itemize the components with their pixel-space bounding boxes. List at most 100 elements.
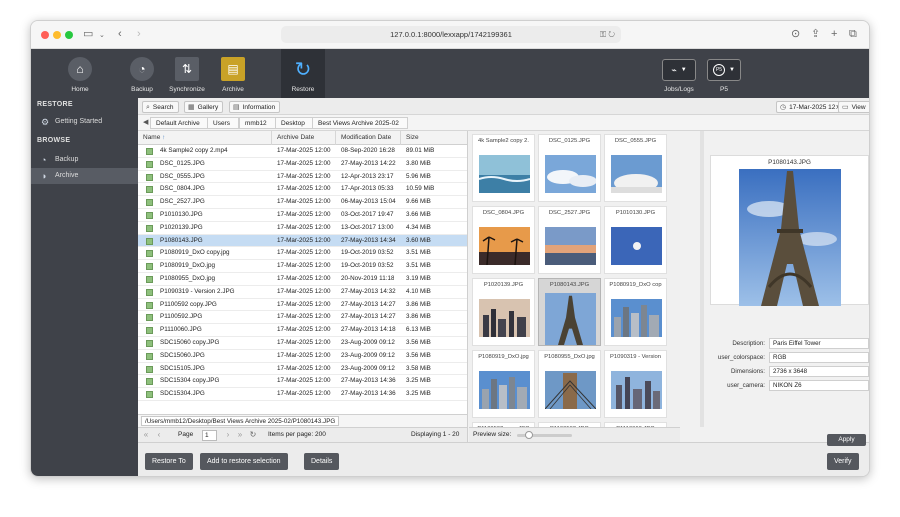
- jobs-logs-button[interactable]: ⌁ ▼: [662, 59, 696, 81]
- table-row[interactable]: P1080143.JPG 17-Mar-2025 12:00 27-May-2013…: [138, 234, 467, 248]
- add-to-restore-button[interactable]: Add to restore selection: [200, 453, 288, 470]
- gallery-thumbnail[interactable]: P1080919_DxO cop: [604, 278, 667, 346]
- table-row[interactable]: DSC_2527.JPG 17-Mar-2025 12:00 06-May-2013…: [138, 196, 467, 209]
- gallery-thumbnail[interactable]: DSC_0804.JPG: [472, 206, 535, 274]
- gallery-thumbnail[interactable]: DSC_0555.JPG: [604, 134, 667, 202]
- synchronize-button[interactable]: ⇅ Synchronize: [165, 49, 209, 98]
- cell-size: 3.58 MiB: [406, 364, 431, 372]
- backup-icon: ◔: [130, 57, 154, 81]
- sidebar-item-backup[interactable]: ◔ Backup: [31, 152, 138, 168]
- table-row[interactable]: P1110060.JPG 17-Mar-2025 12:00 27-May-2013…: [138, 324, 467, 337]
- table-row[interactable]: P1020139.JPG 17-Mar-2025 12:00 13-Oct-2017…: [138, 222, 467, 235]
- table-row[interactable]: P1080955_DxO.jpg 17-Mar-2025 12:00 20-Nov-…: [138, 273, 467, 286]
- table-row[interactable]: P1100592.JPG 17-Mar-2025 12:00 27-May-2013…: [138, 311, 467, 325]
- gallery-scrollbar[interactable]: [700, 131, 704, 427]
- sidebar-toggle-icon[interactable]: ▭: [83, 27, 93, 41]
- table-row[interactable]: P1080919_DxO.jpg 17-Mar-2025 12:00 19-Oct-…: [138, 260, 467, 273]
- refresh-icon[interactable]: ↻: [248, 430, 258, 440]
- gallery-thumbnail[interactable]: P1020139.JPG: [472, 278, 535, 346]
- metadata-value-field[interactable]: Paris Eiffel Tower: [769, 338, 869, 349]
- column-archive-date[interactable]: Archive Date: [272, 131, 336, 145]
- sidebar-item-archive[interactable]: ◑ Archive: [31, 168, 138, 184]
- view-button[interactable]: ▭ View: [838, 101, 869, 113]
- tab-information[interactable]: ▤ Information: [229, 101, 281, 113]
- table-row[interactable]: DSC_0804.JPG 17-Mar-2025 12:00 17-Apr-2013…: [138, 183, 467, 197]
- cell-modified-date: 12-Apr-2013 23:17: [341, 172, 394, 180]
- table-row[interactable]: SDC15105.JPG 17-Mar-2025 12:00 23-Aug-2009…: [138, 363, 467, 376]
- tabs-overview-icon[interactable]: ⧉: [849, 27, 857, 41]
- first-page-icon[interactable]: «: [141, 430, 151, 440]
- tab-label: Gallery: [197, 104, 219, 111]
- table-row[interactable]: P1100592 copy.JPG 17-Mar-2025 12:00 27-May…: [138, 299, 467, 312]
- synchronize-label: Synchronize: [169, 86, 205, 93]
- table-row[interactable]: DSC_0555.JPG 17-Mar-2025 12:00 12-Apr-2013…: [138, 171, 467, 184]
- breadcrumb-item[interactable]: mmb12: [239, 117, 276, 129]
- column-name[interactable]: Name ↑: [138, 131, 272, 145]
- gallery-grid: 4k Sample2 copy 2. DSC_0125.JPG DSC_0555.J…: [469, 131, 680, 427]
- share-icon[interactable]: ⇪: [811, 27, 820, 41]
- gallery-thumbnail[interactable]: P1080143.JPG: [538, 278, 601, 346]
- cell-modified-date: 19-Oct-2019 03:52: [341, 262, 394, 270]
- table-row[interactable]: 4k Sample2 copy 2.mp4 17-Mar-2025 12:00 08…: [138, 145, 467, 158]
- prev-page-icon[interactable]: ‹: [154, 430, 164, 440]
- gallery-thumbnail[interactable]: P1080919_DxO.jpg: [472, 350, 535, 418]
- details-button[interactable]: Details: [304, 453, 340, 470]
- p5-button[interactable]: P5 ▼: [707, 59, 741, 81]
- column-size[interactable]: Size: [401, 131, 467, 145]
- home-button[interactable]: ⌂ Home: [58, 49, 102, 98]
- table-row[interactable]: P1080919_DxO copy.jpg 17-Mar-2025 12:00 19…: [138, 247, 467, 261]
- table-row[interactable]: SDC15060 copy.JPG 17-Mar-2025 12:00 23-Aug…: [138, 337, 467, 350]
- restore-button[interactable]: ↻ Restore: [281, 49, 325, 98]
- tab-search[interactable]: ⌕ Search: [142, 101, 179, 113]
- reload-icon[interactable]: ⚿ ↻: [600, 26, 615, 43]
- gallery-thumbnail[interactable]: P1010130.JPG: [604, 206, 667, 274]
- table-row[interactable]: SDC15060.JPG 17-Mar-2025 12:00 23-Aug-2009…: [138, 350, 467, 363]
- tab-gallery[interactable]: ▦ Gallery: [184, 101, 224, 113]
- breadcrumb-item[interactable]: Best Views Archive 2025-02: [312, 117, 408, 129]
- tab-toolbar: ⌕ Search ▦ Gallery ▤ Information ◷ 17-Mar-20…: [138, 98, 869, 115]
- page-input[interactable]: 1: [202, 430, 217, 441]
- last-page-icon[interactable]: »: [235, 430, 245, 440]
- cell-archive-date: 17-Mar-2025 12:00: [277, 351, 331, 359]
- table-row[interactable]: P1010130.JPG 17-Mar-2025 12:00 03-Oct-2017…: [138, 209, 467, 222]
- next-page-icon[interactable]: ›: [223, 430, 233, 440]
- cell-name: P1080955_DxO.jpg: [160, 275, 215, 282]
- zoom-window-button[interactable]: [65, 31, 73, 39]
- address-bar[interactable]: 127.0.0.1:8000/lexxapp/1742199361 ⚿ ↻: [281, 26, 621, 43]
- metadata-value-field[interactable]: 2736 x 3648: [769, 366, 869, 377]
- gallery-thumbnail[interactable]: P1090319 - Version: [604, 350, 667, 418]
- table-row[interactable]: SDC15304 copy.JPG 17-Mar-2025 12:00 27-May…: [138, 375, 467, 389]
- metadata-value-field[interactable]: RGB: [769, 352, 869, 363]
- back-icon[interactable]: ‹: [118, 27, 122, 41]
- metadata-value-field[interactable]: NIKON Z6: [769, 380, 869, 391]
- close-window-button[interactable]: [41, 31, 49, 39]
- restore-to-button[interactable]: Restore To: [145, 453, 193, 470]
- gallery-thumbnail[interactable]: 4k Sample2 copy 2.: [472, 134, 535, 202]
- gallery-thumbnail[interactable]: DSC_0125.JPG: [538, 134, 601, 202]
- new-tab-icon[interactable]: +: [831, 27, 837, 41]
- breadcrumb-back-icon[interactable]: ◀: [143, 118, 148, 126]
- verify-button[interactable]: Verify: [827, 453, 859, 470]
- image-file-icon: [146, 186, 153, 194]
- chevron-down-icon[interactable]: ⌄: [99, 29, 105, 43]
- breadcrumb-item[interactable]: Default Archive: [150, 117, 209, 129]
- breadcrumb-item[interactable]: Desktop: [275, 117, 314, 129]
- table-row[interactable]: SDC15304.JPG 17-Mar-2025 12:00 27-May-2013…: [138, 388, 467, 401]
- sidebar-item-getting-started[interactable]: ⚙ Getting Started: [31, 112, 138, 132]
- table-row[interactable]: P1090319 - Version 2.JPG 17-Mar-2025 12:0…: [138, 286, 467, 299]
- gallery-thumbnail[interactable]: P1080955_DxO.jpg: [538, 350, 601, 418]
- column-modification-date[interactable]: Modification Date: [336, 131, 401, 145]
- breadcrumb-item[interactable]: Users: [207, 117, 239, 129]
- archive-button[interactable]: ▤ Archive: [211, 49, 255, 98]
- cell-size: 89.01 MiB: [406, 147, 435, 154]
- preview-size-handle[interactable]: [525, 431, 533, 439]
- image-file-icon: [146, 173, 153, 181]
- apply-button[interactable]: Apply: [827, 434, 866, 446]
- gallery-thumbnail[interactable]: DSC_2527.JPG: [538, 206, 601, 274]
- download-icon[interactable]: ⊙: [791, 27, 800, 41]
- cell-name: SDC15060 copy.JPG: [160, 339, 220, 346]
- forward-icon[interactable]: ›: [137, 27, 141, 41]
- backup-button[interactable]: ◔ Backup: [120, 49, 164, 98]
- minimize-window-button[interactable]: [53, 31, 61, 39]
- table-row[interactable]: DSC_0125.JPG 17-Mar-2025 12:00 27-May-2013…: [138, 158, 467, 171]
